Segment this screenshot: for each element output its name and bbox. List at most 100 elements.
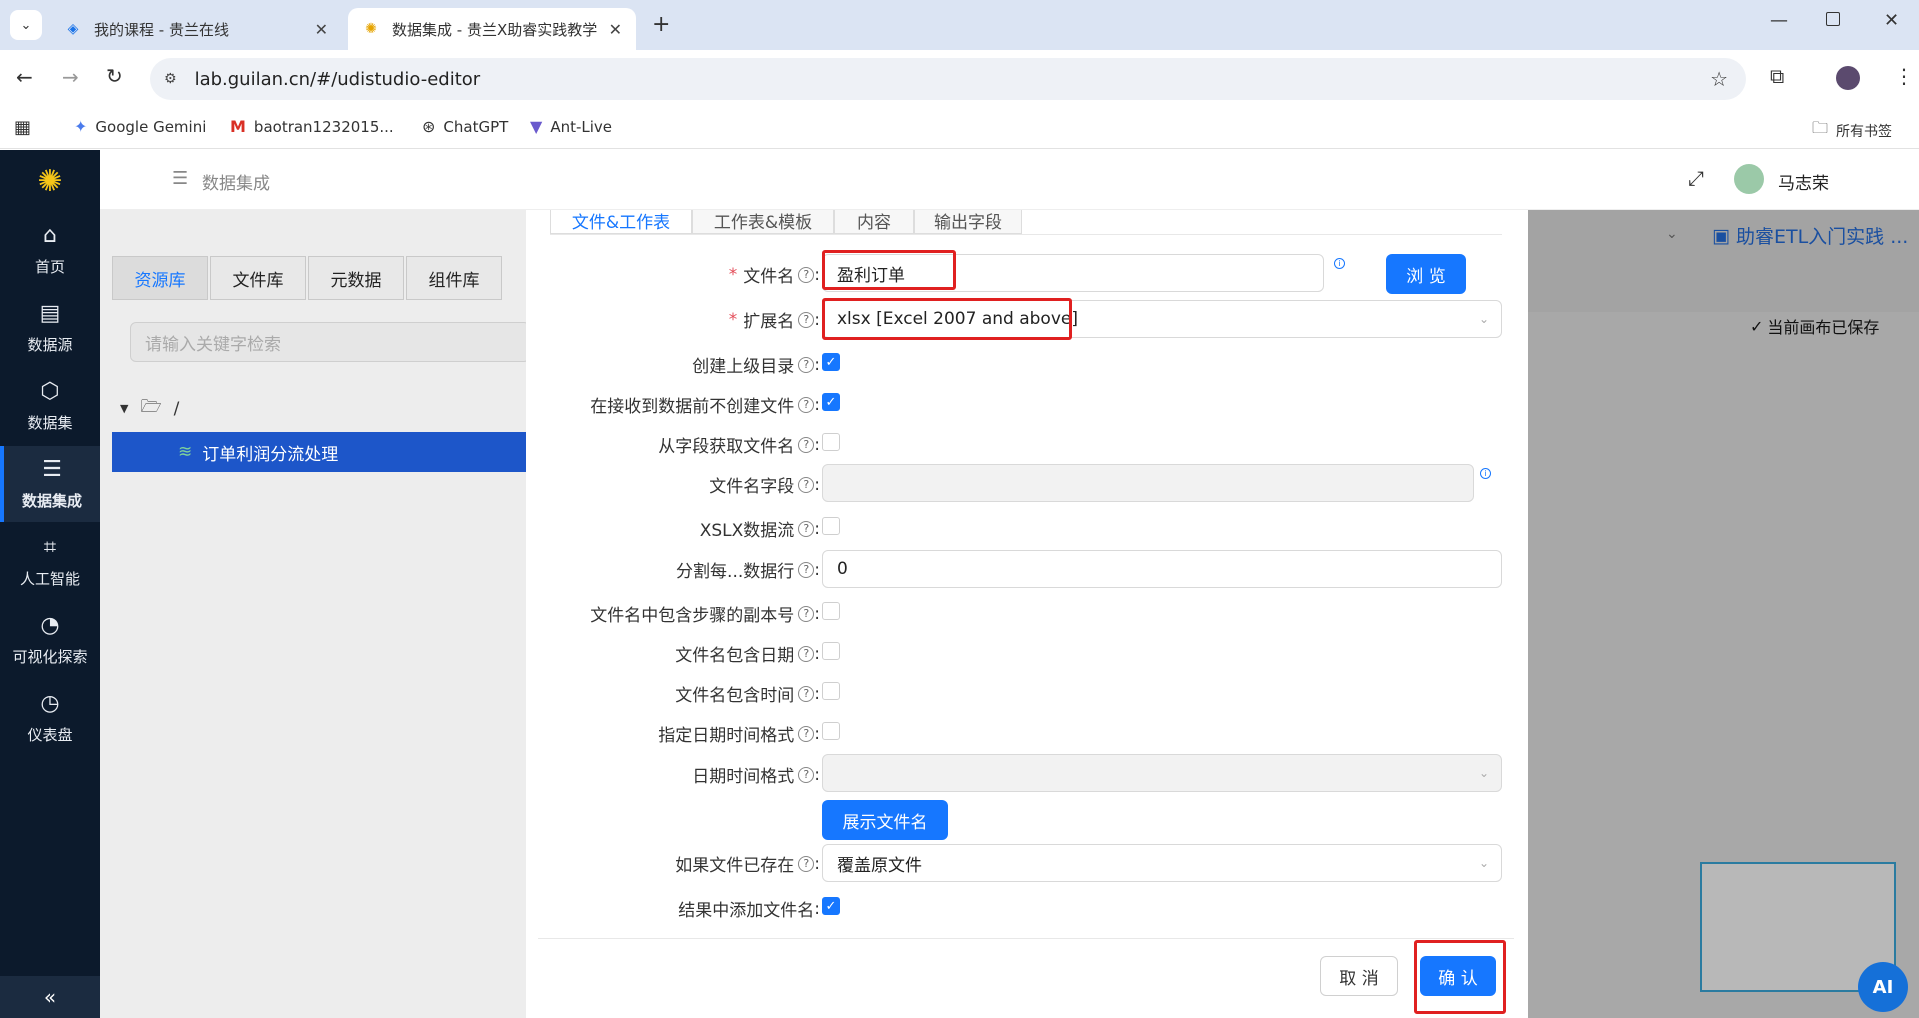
help-icon[interactable]: ? — [798, 436, 815, 453]
save-status: ✓ 当前画布已保存 — [1750, 316, 1880, 338]
add-filename-label: 结果中添加文件名: — [678, 898, 820, 922]
caret-down-icon: ▼ — [120, 402, 129, 415]
help-icon[interactable]: ? — [798, 520, 815, 537]
show-filename-button[interactable]: 展示文件名 — [822, 800, 948, 840]
user-avatar[interactable] — [1734, 164, 1764, 194]
ai-assistant-button[interactable]: AI — [1858, 962, 1908, 1012]
create-parent-checkbox[interactable]: ✓ — [822, 353, 840, 371]
app-logo-icon[interactable]: ✺ — [30, 164, 70, 204]
no-create-checkbox[interactable]: ✓ — [822, 393, 840, 411]
cancel-button[interactable]: 取 消 — [1320, 956, 1398, 996]
if-exists-select[interactable]: 覆盖原文件 ⌄ — [822, 844, 1502, 882]
help-icon[interactable]: ? — [798, 685, 815, 702]
forward-icon[interactable]: → — [62, 65, 79, 89]
app-favicon-icon: ✺ — [365, 21, 377, 37]
canvas-title[interactable]: ▣ 助睿ETL入门实践 ... — [1712, 222, 1908, 249]
resource-panel: 资源库 文件库 元数据 组件库 请输入关键字检索 ▼ 🗁 / ≋ 订单利润分流处理 — [100, 210, 530, 1018]
nav-visual-explore[interactable]: ◔ 可视化探索 — [0, 602, 100, 678]
help-icon[interactable]: ? — [798, 766, 815, 783]
help-icon[interactable]: ? — [798, 725, 815, 742]
xslx-stream-checkbox[interactable] — [822, 517, 840, 535]
help-icon[interactable]: ? — [798, 645, 815, 662]
tab-metadata[interactable]: 元数据 — [308, 256, 404, 300]
include-time-checkbox[interactable] — [822, 682, 840, 700]
new-tab-button[interactable]: + — [652, 12, 670, 37]
bookmark-gemini[interactable]: ✦ Google Gemini — [74, 117, 206, 136]
restore-button[interactable] — [1826, 12, 1840, 26]
pie-icon: ◔ — [40, 612, 60, 638]
breadcrumb: 数据集成 — [202, 174, 270, 194]
user-name[interactable]: 马志荣 — [1778, 169, 1829, 194]
bookmark-chatgpt[interactable]: ⊛ ChatGPT — [422, 117, 508, 136]
menu-list-icon: ☰ — [172, 168, 189, 189]
filename-field-label: 文件名字段?: — [709, 474, 820, 498]
modal-tab-file[interactable]: 文件&工作表 — [550, 210, 692, 234]
tab-components[interactable]: 组件库 — [406, 256, 502, 300]
specify-format-checkbox[interactable] — [822, 722, 840, 740]
modal-tab-content[interactable]: 内容 — [834, 210, 914, 234]
close-tab-icon[interactable]: ✕ — [315, 20, 328, 39]
tab-resource[interactable]: 资源库 — [112, 256, 208, 300]
all-bookmarks[interactable]: 🗀 所有书签 — [1812, 117, 1892, 144]
minimize-button[interactable]: — — [1770, 10, 1788, 31]
profile-avatar[interactable] — [1836, 66, 1860, 90]
ai-icon: ⌗ — [43, 534, 57, 560]
menu-icon[interactable]: ⋮ — [1894, 64, 1914, 88]
collapse-sidebar-icon[interactable]: « — [0, 976, 100, 1018]
fullscreen-icon[interactable]: ⤢ — [1688, 166, 1704, 190]
bookmark-star-icon[interactable]: ☆ — [1710, 67, 1728, 91]
help-icon[interactable]: ? — [798, 311, 815, 328]
nav-ai[interactable]: ⌗ 人工智能 — [0, 524, 100, 600]
address-bar[interactable]: ⚙ lab.guilan.cn/#/udistudio-editor ☆ — [150, 58, 1746, 100]
nav-datasource[interactable]: ▤ 数据源 — [0, 290, 100, 366]
site-info-icon[interactable]: ⚙ — [164, 71, 177, 87]
copy-num-checkbox[interactable] — [822, 602, 840, 620]
info-icon[interactable]: i — [1480, 468, 1491, 479]
tree-item-selected[interactable]: ≋ 订单利润分流处理 — [112, 432, 530, 472]
resource-search-input[interactable]: 请输入关键字检索 — [130, 322, 530, 362]
help-icon[interactable]: ? — [798, 605, 815, 622]
help-icon[interactable]: ? — [798, 561, 815, 578]
help-icon[interactable]: ? — [798, 476, 815, 493]
check-circle-icon: ✓ — [1750, 316, 1764, 336]
help-icon[interactable]: ? — [798, 356, 815, 373]
nav-dashboard[interactable]: ◷ 仪表盘 — [0, 680, 100, 756]
canvas-icon: ▣ — [1712, 224, 1730, 247]
close-tab-icon[interactable]: ✕ — [609, 20, 622, 39]
help-icon[interactable]: ? — [798, 266, 815, 283]
browser-tab-courses[interactable]: ◈ 我的课程 - 贵兰在线 ✕ — [50, 8, 342, 50]
include-date-checkbox[interactable] — [822, 642, 840, 660]
close-window-button[interactable]: ✕ — [1884, 10, 1899, 31]
highlight-filename — [822, 250, 956, 290]
nav-dataset[interactable]: ⬡ 数据集 — [0, 368, 100, 444]
extensions-icon[interactable]: ⧉ — [1770, 64, 1784, 88]
tree-root[interactable]: ▼ 🗁 / — [120, 394, 179, 423]
split-input[interactable]: 0 — [822, 550, 1502, 588]
from-field-checkbox[interactable] — [822, 433, 840, 451]
bookmark-antlive[interactable]: ▼ Ant-Live — [530, 117, 612, 136]
nav-data-integration[interactable]: ☰ 数据集成 — [0, 446, 100, 522]
help-icon[interactable]: ? — [798, 855, 815, 872]
add-filename-checkbox[interactable]: ✓ — [822, 897, 840, 915]
folder-open-icon: 🗁 — [140, 397, 162, 417]
help-icon[interactable]: ? — [798, 396, 815, 413]
modal-tab-output[interactable]: 输出字段 — [914, 210, 1022, 234]
tab-file[interactable]: 文件库 — [210, 256, 306, 300]
tab-list-button[interactable]: ⌄ — [10, 10, 42, 40]
browser-tab-data-integration[interactable]: ✺ 数据集成 - 贵兰X助睿实践教学 ✕ — [348, 8, 636, 50]
filename-field-input[interactable] — [822, 464, 1474, 502]
info-icon[interactable]: i — [1334, 258, 1345, 269]
vuetify-icon: ▼ — [530, 117, 543, 136]
nav-home[interactable]: ⌂ 首页 — [0, 212, 100, 288]
bookmark-gmail[interactable]: Mbaotran1232015... — [230, 117, 394, 136]
modal-tab-sheet[interactable]: 工作表&模板 — [692, 210, 834, 234]
apps-icon[interactable]: ▦ — [14, 117, 31, 138]
datetime-format-select[interactable]: ⌄ — [822, 754, 1502, 792]
back-icon[interactable]: ← — [16, 65, 33, 89]
reload-icon[interactable]: ↻ — [106, 64, 123, 88]
create-parent-label: 创建上级目录?: — [692, 354, 820, 378]
datetime-format-label: 日期时间格式?: — [692, 764, 820, 788]
chevron-down-icon[interactable]: ⌄ — [1666, 226, 1678, 242]
from-field-label: 从字段获取文件名?: — [658, 434, 820, 458]
browse-button[interactable]: 浏 览 — [1386, 254, 1466, 294]
